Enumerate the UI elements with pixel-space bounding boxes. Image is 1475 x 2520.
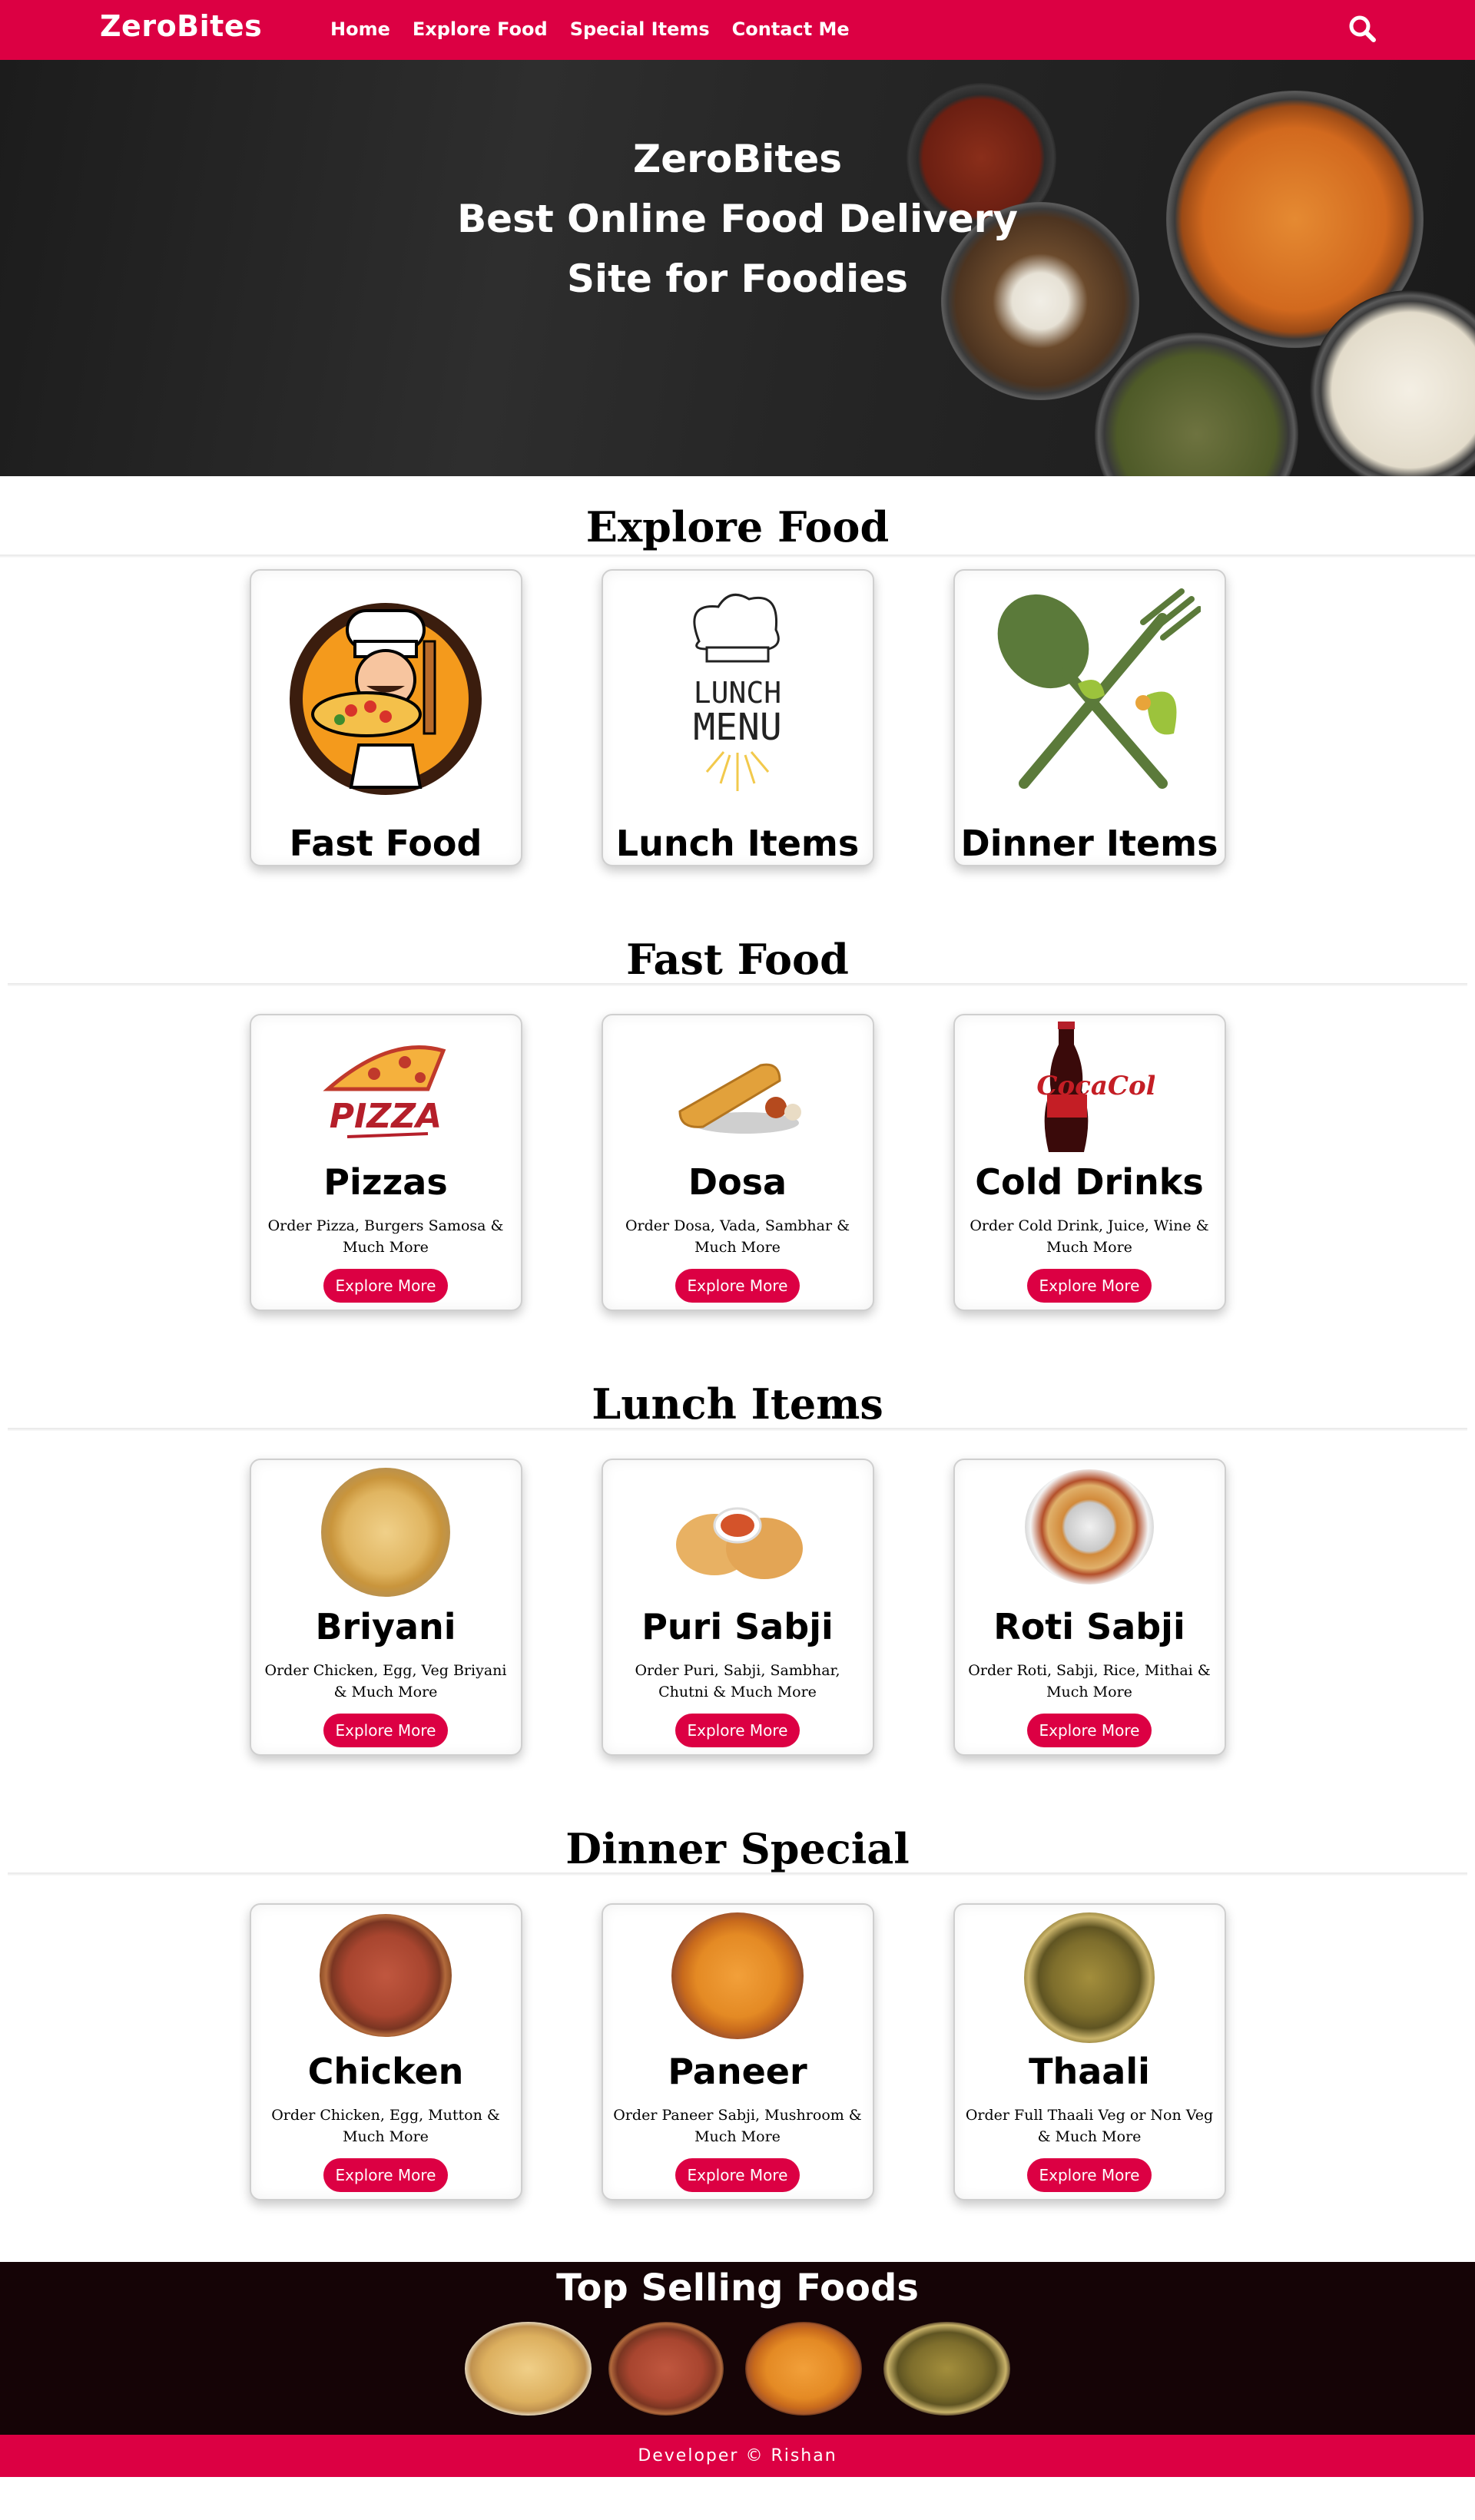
card-cold-drinks: CocaCola Cold Drinks Order Cold Drink, J… [953,1014,1226,1311]
card-pizzas: PIZZA Pizzas Order Pizza, Burgers Samosa… [249,1014,522,1311]
card-description: Order Roti, Sabji, Rice, Mithai & Much M… [968,1662,1211,1700]
card-dosa: Dosa Order Dosa, Vada, Sambhar & Much Mo… [601,1014,874,1311]
explore-food-section: Explore Food Fast Food LUNCH MENU Lunch … [0,476,1475,866]
explore-more-button[interactable]: Explore More [1027,1714,1152,1747]
card-thaali: Thaali Order Full Thaali Veg or Non Veg … [953,1903,1226,2200]
card-fast-food[interactable]: Fast Food [249,569,522,866]
card-title: Cold Drinks [975,1161,1204,1203]
card-briyani: Briyani Order Chicken, Egg, Veg Briyani … [249,1459,522,1756]
explore-more-button[interactable]: Explore More [323,1714,448,1747]
hero-title: ZeroBites [633,137,842,181]
fast-food-cards: PIZZA Pizzas Order Pizza, Burgers Samosa… [0,1014,1475,1311]
card-description: Order Paneer Sabji, Mushroom & Much More [613,2107,862,2145]
briyani-image [321,1468,450,1597]
card-title: Roti Sabji [993,1606,1185,1647]
puri-sabji-image [676,1507,803,1579]
card-lunch-items[interactable]: LUNCH MENU Lunch Items [601,569,874,866]
lunch-items-section: Lunch Items Briyani Order Chicken, Egg, … [0,1380,1475,1756]
card-puri-sabji: Puri Sabji Order Puri, Sabji, Sambhar, C… [601,1459,874,1756]
section-title-dinner-special: Dinner Special [565,1824,910,1873]
chef-pizza-icon [290,603,482,795]
nav-link-home[interactable]: Home [330,18,390,40]
section-title-explore-food: Explore Food [585,502,890,551]
card-description: Order Puri, Sabji, Sambhar, Chutni & Muc… [635,1662,840,1700]
footer-credit: Developer © Rishan [638,2446,837,2465]
svg-text:MENU: MENU [693,706,782,749]
fast-food-section: Fast Food PIZZA Pizzas Order Pizza, Burg… [0,935,1475,1311]
roti-sabji-image [1025,1469,1154,1585]
hero-subtitle-line1: Best Online Food Delivery [457,197,1018,241]
top-selling-chicken-image[interactable] [608,2322,724,2416]
card-title: Paneer [668,2051,807,2092]
card-title: Chicken [307,2051,464,2092]
card-title: Lunch Items [615,823,860,864]
top-selling-section: Top Selling Foods [0,2262,1475,2435]
dinner-cards: Chicken Order Chicken, Egg, Mutton & Muc… [0,1903,1475,2200]
top-selling-briyani-image[interactable] [465,2322,592,2416]
card-roti-sabji: Roti Sabji Order Roti, Sabji, Rice, Mith… [953,1459,1226,1756]
lunch-menu-icon: LUNCH MENU [693,593,782,791]
card-title: Dosa [688,1161,787,1203]
card-title: Briyani [315,1606,456,1647]
top-selling-paneer-image[interactable] [745,2322,862,2416]
card-description: Order Cold Drink, Juice, Wine & Much Mor… [970,1217,1209,1256]
svg-text:LUNCH: LUNCH [694,676,781,710]
cola-bottle-icon: CocaCola [1036,1022,1155,1152]
dinner-special-section: Dinner Special Chicken Order Chicken, Eg… [0,1825,1475,2200]
card-title: Pizzas [323,1161,448,1203]
thaali-image [1024,1912,1155,2043]
footer: Developer © Rishan [0,2435,1475,2477]
card-title: Thaali [1029,2051,1150,2092]
nav-link-contact-me[interactable]: Contact Me [732,18,850,40]
palak-paneer-bowl-image [1095,333,1298,476]
brand-logo[interactable]: ZeroBites [100,9,262,43]
section-title-fast-food: Fast Food [626,935,849,984]
card-title: Puri Sabji [641,1606,834,1647]
card-dinner-items[interactable]: Dinner Items [953,569,1226,866]
hero-banner: ZeroBites Best Online Food Delivery Site… [0,60,1475,476]
paneer-curry-image [671,1912,804,2039]
card-chicken: Chicken Order Chicken, Egg, Mutton & Muc… [249,1903,522,2200]
explore-more-button[interactable]: Explore More [1027,1269,1152,1303]
nav-link-special-items[interactable]: Special Items [570,18,710,40]
card-title: Dinner Items [960,823,1218,864]
explore-more-button[interactable]: Explore More [675,1714,800,1747]
pizza-slice-icon: PIZZA [323,1045,446,1138]
card-paneer: Paneer Order Paneer Sabji, Mushroom & Mu… [601,1903,874,2200]
hero-subtitle-line2: Site for Foodies [567,257,908,301]
section-title-lunch-items: Lunch Items [592,1379,883,1429]
explore-more-button[interactable]: Explore More [323,2158,448,2192]
explore-more-button[interactable]: Explore More [323,1269,448,1303]
explore-more-button[interactable]: Explore More [675,2158,800,2192]
card-description: Order Pizza, Burgers Samosa & Much More [267,1217,504,1256]
hero-headline: ZeroBites Best Online Food Delivery Site… [0,129,1475,309]
top-selling-title: Top Selling Foods [556,2267,919,2310]
chicken-curry-image [320,1914,452,2037]
explore-more-button[interactable]: Explore More [675,1269,800,1303]
lunch-cards: Briyani Order Chicken, Egg, Veg Briyani … [0,1459,1475,1756]
card-title: Fast Food [289,823,482,864]
top-navbar: ZeroBites Home Explore Food Special Item… [0,0,1475,60]
svg-text:PIZZA: PIZZA [330,1097,442,1136]
card-description: Order Chicken, Egg, Veg Briyani & Much M… [264,1662,507,1700]
explore-cards: Fast Food LUNCH MENU Lunch Items Dinner … [0,569,1475,866]
search-icon[interactable] [1346,12,1380,46]
spoon-fork-icon [997,588,1201,789]
explore-more-button[interactable]: Explore More [1027,2158,1152,2192]
card-description: Order Dosa, Vada, Sambhar & Much More [625,1217,850,1256]
card-description: Order Full Thaali Veg or Non Veg & Much … [965,2107,1214,2145]
svg-text:CocaCola: CocaCola [1036,1071,1155,1101]
top-selling-thaali-image[interactable] [883,2322,1010,2416]
nav-links: Home Explore Food Special Items Contact … [330,18,850,40]
dosa-plate-icon [678,1063,801,1134]
nav-link-explore-food[interactable]: Explore Food [413,18,548,40]
card-description: Order Chicken, Egg, Mutton & Much More [271,2107,500,2145]
